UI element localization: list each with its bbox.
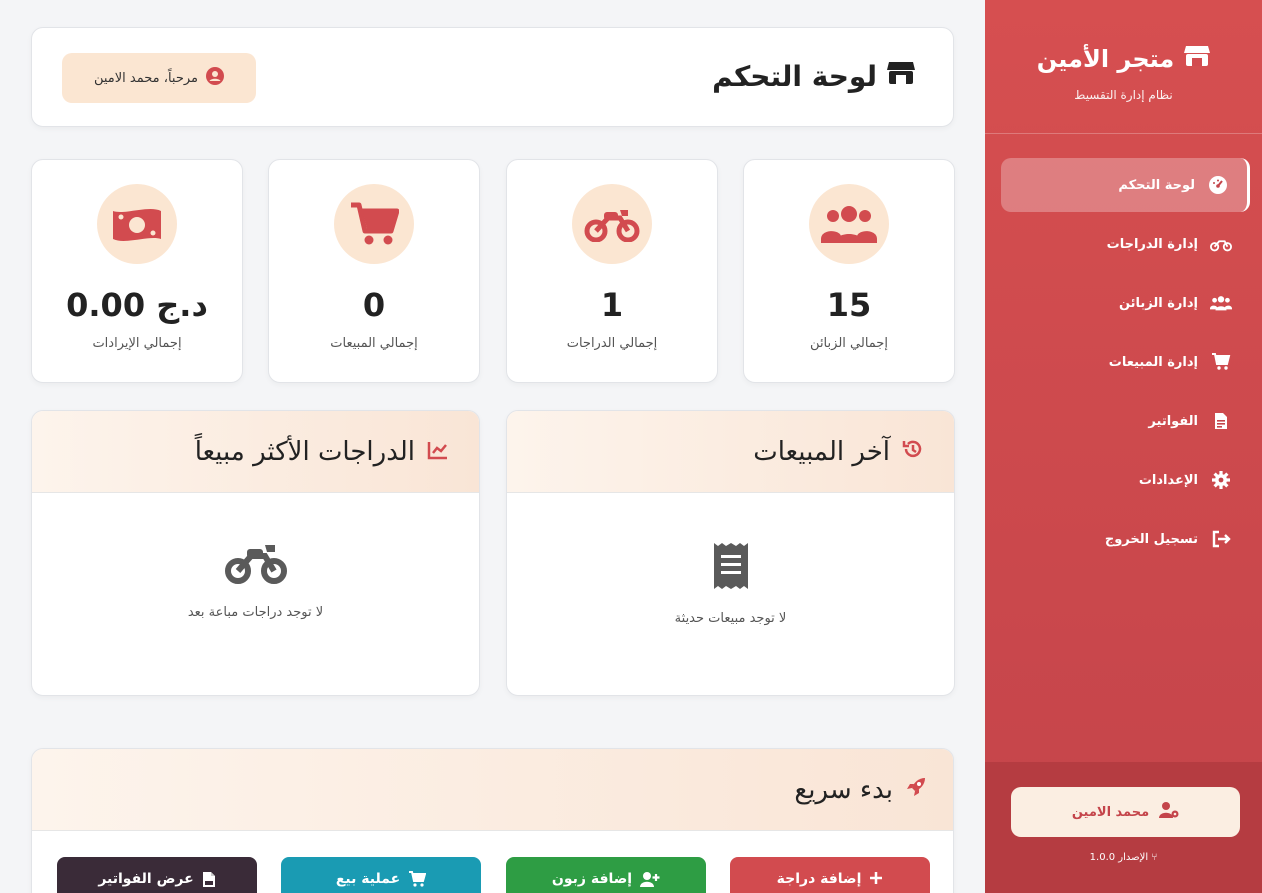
- page-title-text: لوحة التحكم: [712, 60, 877, 93]
- store-icon: [1184, 44, 1211, 74]
- users-icon: [809, 184, 889, 264]
- sidebar-item-invoices[interactable]: الفواتير: [1001, 394, 1250, 448]
- current-user-name: محمد الامين: [1071, 804, 1150, 820]
- version-text: الإصدار 1.0.0: [1089, 852, 1149, 863]
- sidebar-item-label: إدارة الزبائن: [1118, 295, 1198, 311]
- user-gear-icon: [1159, 801, 1179, 823]
- sidebar-item-label: الفواتير: [1148, 413, 1198, 429]
- sidebar-brand: متجر الأمين نظام إدارة التقسيط: [985, 0, 1262, 134]
- welcome-badge[interactable]: مرحباً، محمد الامين: [62, 53, 256, 103]
- stat-value: 15: [826, 286, 872, 324]
- stat-label: إجمالي الزبائن: [810, 336, 888, 351]
- sidebar-item-label: لوحة التحكم: [1118, 177, 1195, 193]
- top-bikes-panel: الدراجات الأكثر مبيعاً لا توجد دراجات مب…: [31, 410, 480, 696]
- sidebar-item-sales[interactable]: إدارة المبيعات: [1001, 335, 1250, 389]
- recent-sales-panel: آخر المبيعات لا توجد مبيعات حديثة: [506, 410, 955, 696]
- history-icon: [902, 437, 924, 467]
- stat-card-sales: 0 إجمالي المبيعات: [268, 159, 480, 383]
- cart-icon: [1210, 351, 1232, 373]
- panel-title: آخر المبيعات: [753, 436, 890, 467]
- sidebar-footer: محمد الامين ⑂ الإصدار 1.0.0: [985, 762, 1262, 893]
- welcome-text: مرحباً، محمد الامين: [93, 70, 199, 86]
- motorcycle-icon: [572, 184, 652, 264]
- sidebar-item-settings[interactable]: الإعدادات: [1001, 453, 1250, 507]
- stat-label: إجمالي المبيعات: [330, 336, 418, 351]
- button-label: إضافة زبون: [551, 871, 633, 887]
- top-bikes-header: الدراجات الأكثر مبيعاً: [32, 411, 479, 493]
- view-invoices-button[interactable]: عرض الفواتير: [57, 857, 257, 893]
- main-content: لوحة التحكم مرحباً، محمد الامين 15 إجمال…: [0, 0, 985, 893]
- add-customer-button[interactable]: إضافة زبون: [506, 857, 706, 893]
- rocket-icon: [905, 775, 927, 805]
- user-circle-icon: [206, 67, 225, 89]
- new-sale-button[interactable]: عملية بيع: [281, 857, 481, 893]
- sidebar-item-customers[interactable]: إدارة الزبائن: [1001, 276, 1250, 330]
- pdf-file-icon: [202, 871, 216, 892]
- logout-icon: [1210, 528, 1232, 550]
- plus-icon: [869, 871, 883, 889]
- stat-label: إجمالي الإيرادات: [92, 336, 182, 351]
- empty-state-text: لا توجد دراجات مباعة بعد: [187, 605, 324, 620]
- quick-start-title: بدء سريع: [794, 774, 893, 805]
- stat-value: 0: [362, 286, 386, 324]
- sidebar: متجر الأمين نظام إدارة التقسيط لوحة التح…: [985, 0, 1262, 893]
- stat-value: 1: [600, 286, 624, 324]
- user-plus-icon: [640, 871, 660, 891]
- motorcycle-icon: [32, 541, 479, 589]
- button-label: عملية بيع: [335, 871, 401, 887]
- quick-start-header: بدء سريع: [32, 749, 953, 831]
- stat-card-revenue: د.ج 0.00 إجمالي الإيرادات: [31, 159, 243, 383]
- recent-sales-header: آخر المبيعات: [507, 411, 954, 493]
- sidebar-item-label: تسجيل الخروج: [1104, 531, 1198, 547]
- brand-subtitle: نظام إدارة التقسيط: [1074, 88, 1173, 102]
- code-branch-icon: ⑂: [1151, 852, 1158, 863]
- brand-title: متجر الأمين: [985, 44, 1262, 74]
- sidebar-item-label: إدارة المبيعات: [1108, 354, 1198, 370]
- receipt-icon: [507, 541, 954, 595]
- dashboard-gauge-icon: [1207, 174, 1229, 196]
- money-icon: [97, 184, 177, 264]
- cart-icon: [408, 871, 427, 891]
- button-label: عرض الفواتير: [98, 871, 194, 887]
- sidebar-item-bikes[interactable]: إدارة الدراجات: [1001, 217, 1250, 271]
- gear-icon: [1210, 469, 1232, 491]
- version-label: ⑂ الإصدار 1.0.0: [985, 852, 1262, 863]
- current-user-pill[interactable]: محمد الامين: [1011, 787, 1240, 837]
- sidebar-item-label: الإعدادات: [1138, 472, 1198, 488]
- sidebar-item-label: إدارة الدراجات: [1106, 236, 1198, 252]
- stat-label: إجمالي الدراجات: [566, 336, 658, 351]
- invoice-icon: [1210, 410, 1232, 432]
- sidebar-item-logout[interactable]: تسجيل الخروج: [1001, 512, 1250, 566]
- motorcycle-icon: [1210, 233, 1232, 255]
- chart-line-icon: [427, 437, 449, 467]
- page-title: لوحة التحكم: [712, 60, 915, 93]
- quick-start-card: بدء سريع إضافة دراجة إضافة زبون عملية بي…: [31, 748, 954, 893]
- add-bike-button[interactable]: إضافة دراجة: [730, 857, 930, 893]
- button-label: إضافة دراجة: [776, 871, 862, 887]
- stat-card-bikes: 1 إجمالي الدراجات: [506, 159, 718, 383]
- stat-card-customers: 15 إجمالي الزبائن: [743, 159, 955, 383]
- store-icon: [887, 60, 915, 93]
- sidebar-nav: لوحة التحكم إدارة الدراجات إدارة الزبائن…: [985, 134, 1262, 566]
- cart-icon: [334, 184, 414, 264]
- users-icon: [1210, 292, 1232, 314]
- brand-name: متجر الأمين: [1036, 45, 1175, 73]
- sidebar-item-dashboard[interactable]: لوحة التحكم: [1001, 158, 1250, 212]
- header-card: لوحة التحكم مرحباً، محمد الامين: [31, 27, 954, 127]
- empty-state-text: لا توجد مبيعات حديثة: [674, 611, 787, 626]
- panel-title: الدراجات الأكثر مبيعاً: [194, 436, 415, 467]
- stat-value: د.ج 0.00: [66, 286, 208, 324]
